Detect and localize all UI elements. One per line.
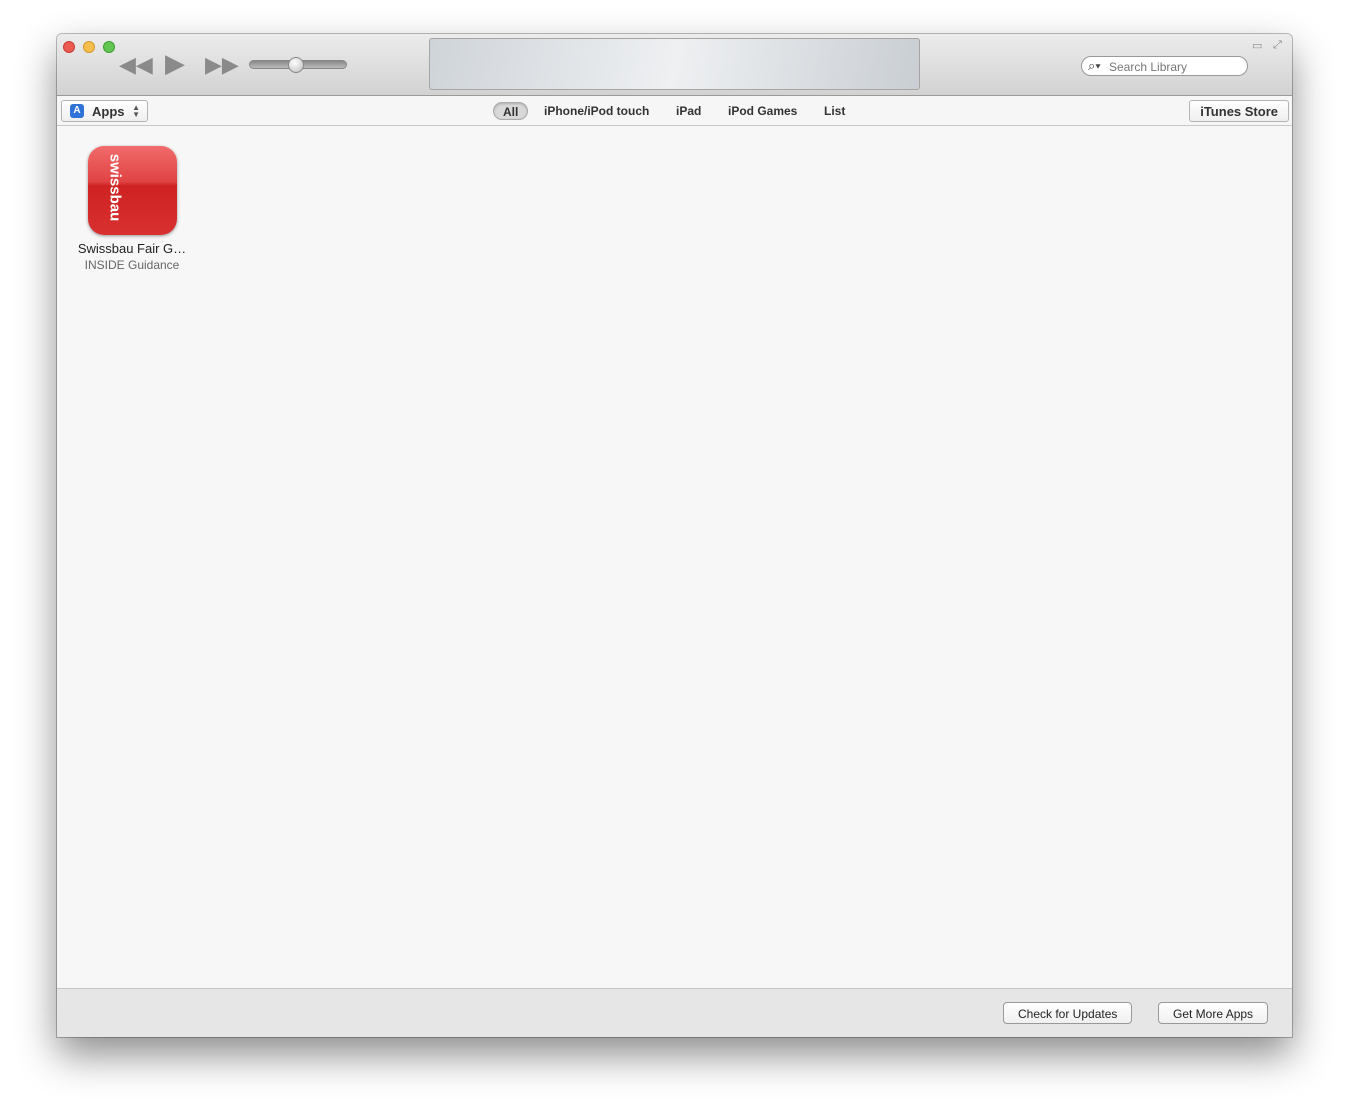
play-icon[interactable]: ▶ <box>165 50 185 76</box>
updown-arrows-icon: ▲ ▼ <box>132 103 140 119</box>
app-store-icon: A <box>70 104 84 118</box>
fast-forward-icon[interactable]: ▶▶ <box>205 54 239 76</box>
fullscreen-icon[interactable]: ⤢ <box>1273 39 1282 52</box>
search-placeholder: Search Library <box>1109 60 1188 74</box>
status-display <box>429 38 920 90</box>
media-selector-label: Apps <box>92 104 125 119</box>
tab-ipad[interactable]: iPad <box>676 102 701 120</box>
tab-ipod-games[interactable]: iPod Games <box>728 102 797 120</box>
toolbar: ◀◀ ▶ ▶▶ ⌕▾ Search Library ▭ ⤢ <box>57 34 1292 96</box>
miniplayer-icon[interactable]: ▭ <box>1252 39 1262 52</box>
get-more-apps-button[interactable]: Get More Apps <box>1158 1002 1269 1024</box>
app-developer: INSIDE Guidance <box>84 258 180 272</box>
navigation-bar: A Apps ▲ ▼ All iPhone/iPod touch iPad iPod … <box>57 96 1292 126</box>
media-selector[interactable]: A Apps ▲ ▼ <box>61 100 148 122</box>
tab-list[interactable]: List <box>824 102 845 120</box>
volume-knob[interactable] <box>288 57 304 73</box>
footer-bar: Check for Updates Get More Apps <box>57 988 1292 1037</box>
search-input[interactable]: ⌕▾ Search Library <box>1081 56 1248 76</box>
itunes-window: ◀◀ ▶ ▶▶ ⌕▾ Search Library ▭ ⤢ A Apps ▲ ▼ All… <box>57 34 1292 1037</box>
app-item[interactable]: swissbau Swissbau Fair G… INSIDE Guidanc… <box>71 146 193 272</box>
app-icon-logo: swissbau <box>106 153 123 222</box>
itunes-store-button[interactable]: iTunes Store <box>1189 100 1289 122</box>
rewind-icon[interactable]: ◀◀ <box>119 54 153 76</box>
search-icon: ⌕▾ <box>1088 58 1101 73</box>
app-name: Swissbau Fair G… <box>77 241 187 256</box>
tab-iphone-ipod-touch[interactable]: iPhone/iPod touch <box>544 102 649 120</box>
close-button[interactable] <box>63 41 75 53</box>
minimize-button[interactable] <box>83 41 95 53</box>
app-icon[interactable]: swissbau <box>87 146 177 235</box>
zoom-button[interactable] <box>103 41 115 53</box>
check-for-updates-button[interactable]: Check for Updates <box>1003 1002 1133 1024</box>
tab-all[interactable]: All <box>493 102 529 120</box>
